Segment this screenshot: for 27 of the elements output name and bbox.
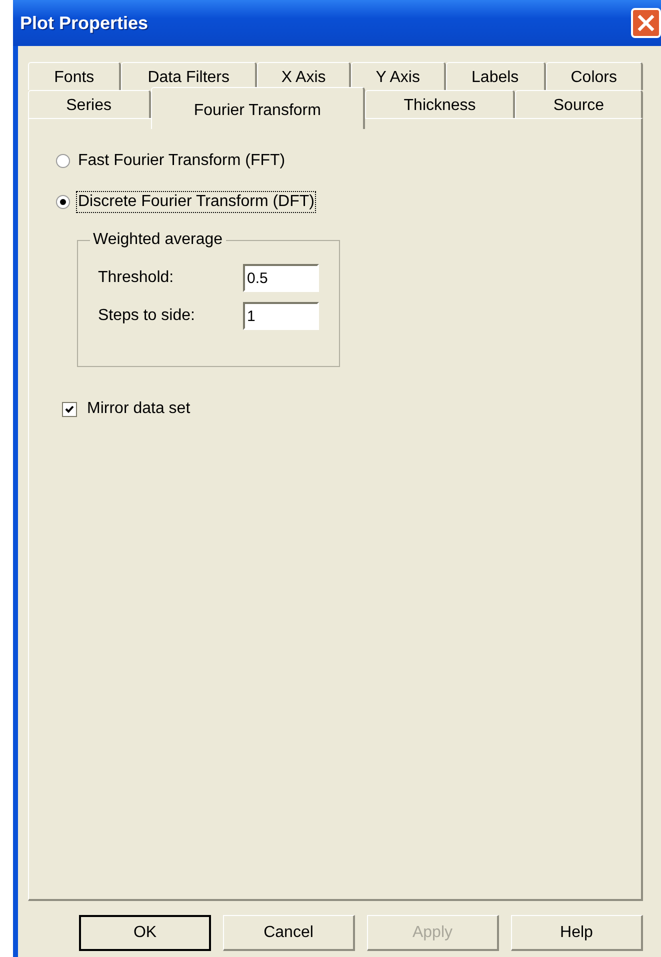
radio-label: Fast Fourier Transform (FFT) (77, 151, 286, 171)
field-label: Threshold: (98, 269, 175, 287)
tab[interactable]: Source (515, 90, 643, 118)
window-title: Plot Properties (20, 12, 148, 34)
tab[interactable]: Series (28, 90, 151, 118)
dialog-button[interactable]: Help (511, 915, 643, 951)
radio-label: Discrete Fourier Transform (DFT) (76, 191, 316, 213)
checkbox-label: Mirror data set (87, 400, 190, 418)
group-title: Weighted average (92, 231, 224, 249)
tab[interactable]: Data Filters (121, 62, 257, 90)
close-icon (637, 14, 655, 32)
field-label: Steps to side: (98, 307, 196, 325)
tab[interactable]: Labels (446, 62, 546, 90)
dialog-button[interactable]: OK (79, 915, 211, 951)
input-field[interactable]: 1 (243, 302, 319, 330)
check-icon (65, 404, 74, 414)
tab[interactable]: Colors (546, 62, 643, 90)
radio-button[interactable] (56, 154, 70, 168)
input-field[interactable]: 0.5 (243, 264, 319, 292)
close-button[interactable] (631, 8, 661, 38)
radio-button[interactable] (56, 195, 70, 209)
tab[interactable]: Y Axis (351, 62, 446, 90)
tab[interactable]: Thickness (365, 90, 516, 118)
checkbox[interactable] (62, 402, 77, 416)
tab[interactable]: Fourier Transform (150, 87, 366, 129)
tab[interactable]: Fonts (28, 62, 122, 90)
dialog-button[interactable]: Cancel (223, 915, 355, 951)
